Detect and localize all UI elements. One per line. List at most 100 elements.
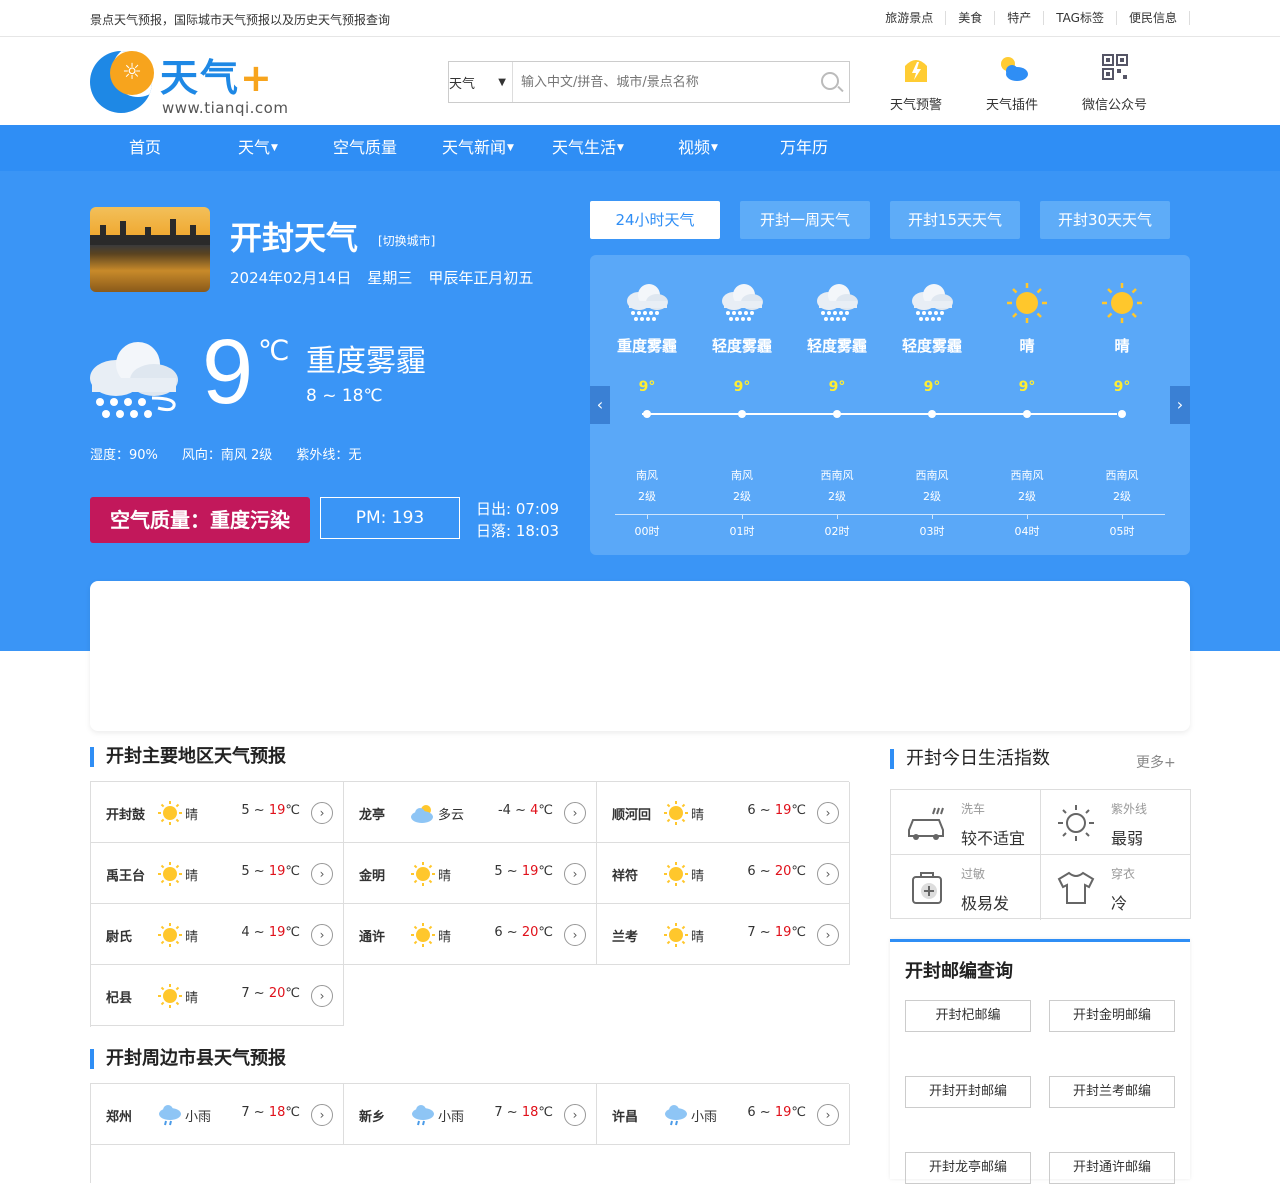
header-plugin[interactable]: 天气插件 [986,52,1038,113]
region-name[interactable]: 郑州 [106,1106,132,1125]
nav-weather[interactable]: 天气▼ [238,125,278,171]
chevron-right-icon[interactable]: › [564,863,586,885]
nav-air-quality[interactable]: 空气质量 [333,125,397,171]
region-name[interactable]: 杞县 [106,987,132,1006]
search-icon[interactable] [813,62,849,102]
chevron-right-icon[interactable]: › [564,1104,586,1126]
region-forecast-item[interactable]: 郑州 小雨 7 ~ 18℃ › [91,1084,344,1145]
haze-icon [720,281,764,325]
region-forecast-item[interactable]: 兰考 晴 7 ~ 19℃ › [597,904,850,965]
next-arrow-icon[interactable]: › [1170,386,1190,424]
more-link[interactable]: 更多+ [1136,752,1176,772]
zip-link[interactable]: 开封通许邮编 [1049,1152,1175,1184]
region-forecast-item[interactable]: 顺河回 晴 6 ~ 19℃ › [597,782,850,843]
chevron-down-icon: ▼ [498,76,506,88]
chevron-right-icon[interactable]: › [311,863,333,885]
region-forecast-item[interactable]: 金明 晴 5 ~ 19℃ › [344,843,597,904]
region-temp: -4 ~ 4℃ [497,803,553,818]
chevron-right-icon[interactable]: › [817,1104,839,1126]
region-temp: 6 ~ 19℃ [747,1105,806,1120]
axis-tick [647,514,648,519]
nav-home[interactable]: 首页 [129,125,161,171]
zip-link[interactable]: 开封开封邮编 [905,1076,1031,1108]
chevron-right-icon[interactable]: › [311,924,333,946]
nav-calendar[interactable]: 万年历 [780,125,828,171]
zip-link[interactable]: 开封兰考邮编 [1049,1076,1175,1108]
chevron-right-icon[interactable]: › [311,985,333,1007]
hourly-time: 00时 [634,525,660,538]
search-input[interactable] [513,62,813,102]
region-forecast-item[interactable]: 开封鼓 晴 5 ~ 19℃ › [91,782,344,843]
top-link-info[interactable]: 便民信息 [1115,11,1190,25]
chevron-right-icon[interactable]: › [817,924,839,946]
hourly-condition: 轻度雾霾 [901,337,962,355]
tab-24h[interactable]: 24小时天气 [590,201,720,239]
region-name[interactable]: 通许 [359,926,385,945]
air-quality-badge[interactable]: 空气质量：重度污染 [90,497,310,543]
region-forecast-item[interactable]: 尉氏 晴 4 ~ 19℃ › [91,904,344,965]
chevron-right-icon[interactable]: › [817,802,839,824]
life-item-allergy[interactable]: 过敏 极易发 [891,855,1041,920]
region-name[interactable]: 开封鼓 [106,804,145,823]
header-wechat[interactable]: 微信公众号 [1082,52,1147,113]
switch-city-link[interactable]: [切换城市] [378,232,435,249]
region-forecast-item[interactable]: 祥符 晴 6 ~ 20℃ › [597,843,850,904]
hourly-wind: 西南风 2级 [915,469,949,503]
region-forecast-item[interactable]: 许昌 小雨 6 ~ 19℃ › [597,1084,850,1145]
allergy-icon [905,867,947,909]
region-name[interactable]: 龙亭 [359,804,385,823]
region-name[interactable]: 金明 [359,865,385,884]
site-logo[interactable]: ☼ 天气+ www.tianqi.com [90,47,300,119]
humidity: 湿度：90% [90,448,158,463]
caret-down-icon: ▼ [617,143,624,153]
tab-15day[interactable]: 开封15天天气 [890,201,1020,239]
tab-week[interactable]: 开封一周天气 [740,201,870,239]
region-condition: 多云 [438,808,465,823]
region-forecast-item[interactable]: 杞县 晴 7 ~ 20℃ › [91,965,344,1026]
life-item-uv[interactable]: 紫外线 最弱 [1041,790,1191,855]
sun-icon [1100,281,1144,325]
region-name[interactable]: 祥符 [612,865,638,884]
zip-link[interactable]: 开封金明邮编 [1049,1000,1175,1032]
main-region-title: 开封主要地区天气预报 [90,747,286,767]
region-name[interactable]: 顺河回 [612,804,651,823]
nav-life[interactable]: 天气生活▼ [552,125,624,171]
life-item-clothing[interactable]: 穿衣 冷 [1041,855,1191,920]
top-link-food[interactable]: 美食 [945,11,994,25]
top-link-travel[interactable]: 旅游景点 [873,11,945,25]
prev-arrow-icon[interactable]: ‹ [590,386,610,424]
top-link-tag[interactable]: TAG标签 [1043,11,1116,25]
chevron-right-icon[interactable]: › [564,802,586,824]
top-links: 旅游景点 美食 特产 TAG标签 便民信息 [873,11,1190,25]
region-forecast-item[interactable]: 禹王台 晴 5 ~ 19℃ › [91,843,344,904]
search-box: 天气 ▼ [448,61,850,103]
region-forecast-item[interactable]: 新乡 小雨 7 ~ 18℃ › [344,1084,597,1145]
haze-icon [815,281,859,325]
chevron-right-icon[interactable]: › [817,863,839,885]
haze-icon [910,281,954,325]
haze-icon [625,281,669,325]
region-temp: 5 ~ 19℃ [241,864,300,879]
region-forecast-item[interactable]: 通许 晴 6 ~ 20℃ › [344,904,597,965]
region-name[interactable]: 尉氏 [106,926,132,945]
zip-link[interactable]: 开封龙亭邮编 [905,1152,1031,1184]
nav-news[interactable]: 天气新闻▼ [442,125,514,171]
zip-link[interactable]: 开封杞邮编 [905,1000,1031,1032]
tab-30day[interactable]: 开封30天天气 [1040,201,1170,239]
header-warning[interactable]: 天气预警 [890,52,942,113]
top-link-specialty[interactable]: 特产 [994,11,1043,25]
chevron-right-icon[interactable]: › [564,924,586,946]
region-name[interactable]: 许昌 [612,1106,638,1125]
chevron-right-icon[interactable]: › [311,802,333,824]
nav-video[interactable]: 视频▼ [678,125,718,171]
region-name[interactable]: 新乡 [359,1106,385,1125]
temp-point [643,410,651,418]
region-condition: 晴 [185,808,199,823]
region-name[interactable]: 禹王台 [106,865,145,884]
life-item-carwash[interactable]: 洗车 较不适宜 [891,790,1041,855]
region-name[interactable]: 兰考 [612,926,638,945]
region-forecast-item[interactable]: 龙亭 多云 -4 ~ 4℃ › [344,782,597,843]
chevron-right-icon[interactable]: › [311,1104,333,1126]
hourly-time: 05时 [1109,525,1135,538]
search-type-select[interactable]: 天气 ▼ [449,62,513,102]
